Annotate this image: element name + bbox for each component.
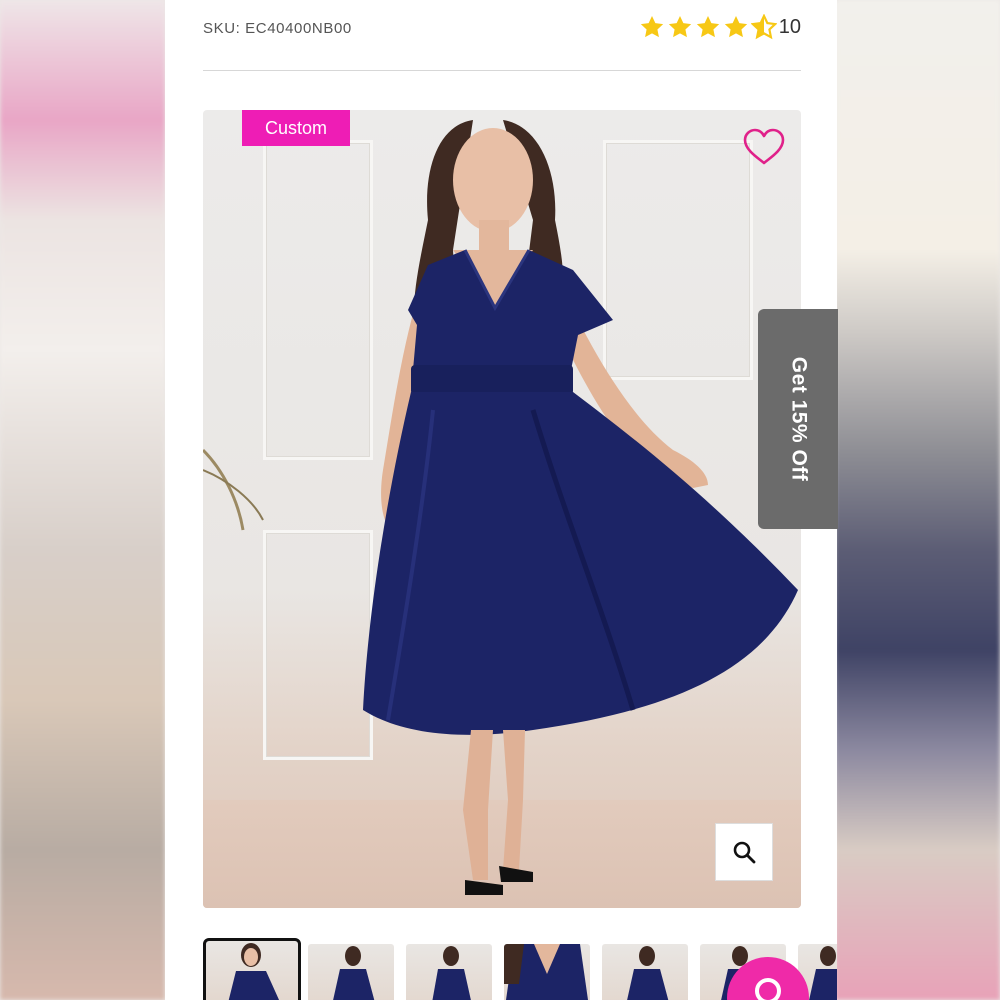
- heart-icon: [743, 128, 785, 165]
- thumbnail[interactable]: [203, 938, 301, 1000]
- thumbnail-image: [627, 946, 669, 1000]
- thumbnail-image: [333, 946, 375, 1000]
- search-icon: [755, 978, 781, 1000]
- product-main-image[interactable]: Custom: [203, 110, 801, 908]
- thumbnail-image: [432, 946, 471, 1000]
- discount-promo-tab[interactable]: Get 15% Off: [758, 309, 838, 529]
- background-left: [0, 0, 165, 1000]
- promo-label: Get 15% Off: [787, 356, 810, 482]
- half-star-icon: [750, 14, 777, 40]
- product-model-illustration: [203, 120, 798, 895]
- product-page: SKU: EC40400NB00 10 Custom: [165, 0, 837, 1000]
- thumbnail[interactable]: [308, 944, 394, 1000]
- thumbnail[interactable]: [504, 944, 590, 1000]
- review-count[interactable]: 10: [779, 16, 801, 39]
- thumbnail[interactable]: [406, 944, 492, 1000]
- rating[interactable]: 10: [639, 14, 801, 40]
- thumbnail-image: [228, 943, 280, 1000]
- star-icon: [668, 15, 691, 38]
- star-icon: [696, 15, 719, 38]
- wishlist-button[interactable]: [743, 128, 785, 166]
- background-right: [835, 0, 1000, 1000]
- sku-text: SKU: EC40400NB00: [203, 20, 352, 37]
- zoom-button[interactable]: [715, 823, 773, 881]
- star-icon: [640, 15, 663, 38]
- product-meta-bar: SKU: EC40400NB00 10: [203, 0, 801, 71]
- search-icon: [733, 841, 756, 864]
- custom-badge: Custom: [242, 110, 350, 146]
- thumbnail[interactable]: [602, 944, 688, 1000]
- thumbnail-image: [504, 944, 588, 1000]
- star-icon: [724, 15, 747, 38]
- star-rating: [639, 14, 777, 40]
